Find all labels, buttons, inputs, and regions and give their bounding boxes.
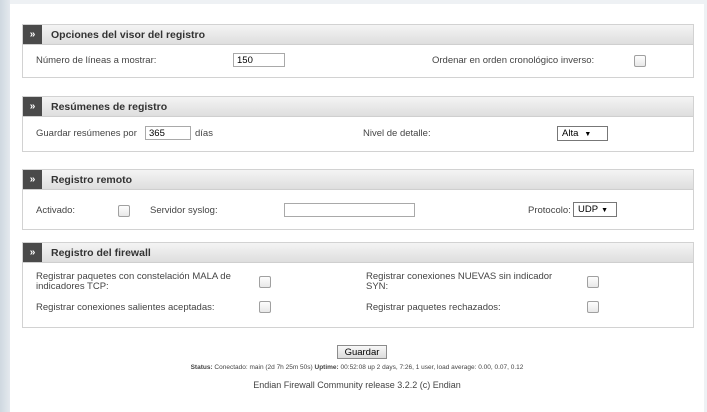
- days-label: días: [195, 128, 213, 139]
- keep-summaries-label: Guardar resúmenes por: [36, 128, 137, 139]
- new-no-syn-checkbox[interactable]: [587, 276, 599, 288]
- status-key: Status:: [190, 364, 213, 371]
- reverse-order-label: Ordenar en orden cronológico inverso:: [432, 55, 595, 66]
- bad-tcp-flags-checkbox[interactable]: [259, 276, 271, 288]
- protocol-select[interactable]: UDP ▼: [573, 202, 617, 217]
- enabled-checkbox[interactable]: [118, 205, 130, 217]
- left-edge-strip: [0, 0, 10, 412]
- enabled-label: Activado:: [36, 205, 76, 216]
- status-line: Status: Conectado: main (2d 7h 25m 50s) …: [10, 364, 704, 371]
- detail-level-value: Alta: [562, 128, 579, 139]
- footer-release-text: Endian Firewall Community release 3.2.2 …: [253, 380, 461, 390]
- rejected-packets-checkbox[interactable]: [587, 301, 599, 313]
- section-header[interactable]: » Registro remoto: [23, 170, 693, 190]
- outgoing-accepted-label: Registrar conexiones salientes aceptadas…: [36, 302, 215, 313]
- triangle-down-icon: ▼: [601, 207, 608, 214]
- section-log-viewer-options: » Opciones del visor del registro Número…: [22, 24, 694, 78]
- rejected-packets-label: Registrar paquetes rechazados:: [366, 302, 501, 313]
- double-chevron-right-icon[interactable]: »: [23, 25, 42, 44]
- section-remote-logging: » Registro remoto Activado: Servidor sys…: [22, 169, 694, 230]
- bad-tcp-flags-label: Registrar paquetes con constelación MALA…: [36, 271, 231, 292]
- page-content: » Opciones del visor del registro Número…: [10, 4, 704, 412]
- syslog-server-input[interactable]: [284, 203, 415, 217]
- section-title: Registro del firewall: [51, 246, 151, 259]
- double-chevron-right-icon[interactable]: »: [23, 243, 42, 262]
- detail-level-label: Nivel de detalle:: [363, 128, 431, 139]
- syslog-server-label: Servidor syslog:: [150, 205, 218, 216]
- protocol-label: Protocolo:: [528, 205, 571, 216]
- reverse-order-checkbox[interactable]: [634, 55, 646, 67]
- section-firewall-logging: » Registro del firewall Registrar paquet…: [22, 242, 694, 328]
- uptime-value: 00:52:08 up 2 days, 7:26, 1 user, load a…: [340, 364, 524, 371]
- new-no-syn-label: Registrar conexiones NUEVAS sin indicado…: [366, 271, 553, 292]
- lines-to-show-input[interactable]: 150: [233, 53, 285, 67]
- section-header[interactable]: » Registro del firewall: [23, 243, 693, 263]
- triangle-down-icon: ▼: [584, 131, 592, 138]
- section-header[interactable]: » Opciones del visor del registro: [23, 25, 693, 45]
- lines-to-show-label: Número de líneas a mostrar:: [36, 55, 157, 66]
- detail-level-select[interactable]: Alta ▼: [557, 126, 608, 141]
- section-title: Resúmenes de registro: [51, 100, 168, 113]
- save-button[interactable]: Guardar: [337, 345, 387, 359]
- section-title: Registro remoto: [51, 173, 133, 186]
- protocol-value: UDP: [578, 204, 599, 215]
- double-chevron-right-icon[interactable]: »: [23, 97, 42, 116]
- double-chevron-right-icon[interactable]: »: [23, 170, 42, 189]
- section-log-summaries: » Resúmenes de registro Guardar resúmene…: [22, 96, 694, 152]
- outgoing-accepted-checkbox[interactable]: [259, 301, 271, 313]
- uptime-key: Uptime:: [314, 364, 339, 371]
- status-value: Conectado: main (2d 7h 25m 50s): [214, 364, 313, 371]
- section-header[interactable]: » Resúmenes de registro: [23, 97, 693, 117]
- section-title: Opciones del visor del registro: [51, 28, 206, 41]
- keep-summaries-input[interactable]: 365: [145, 126, 191, 140]
